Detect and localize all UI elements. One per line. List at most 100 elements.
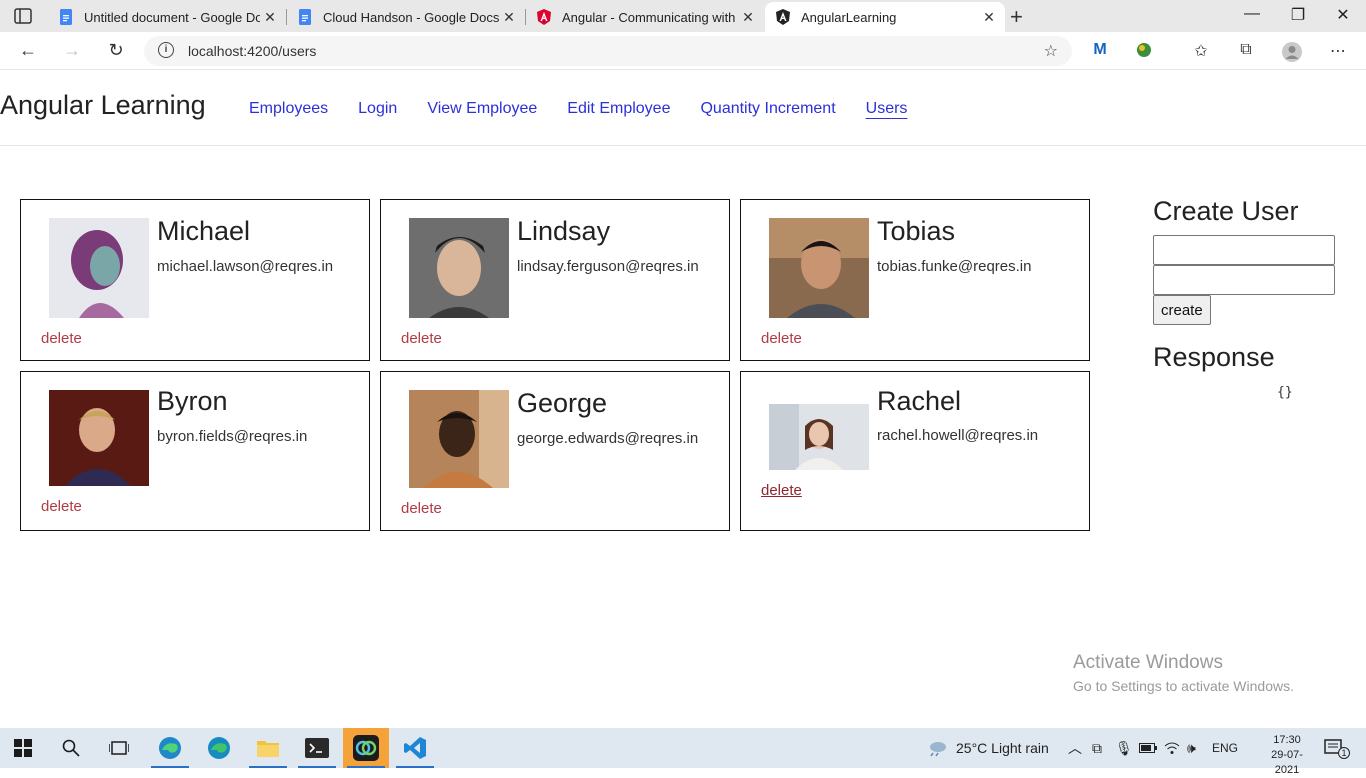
activate-windows-watermark: Activate Windows Go to Settings to activ… xyxy=(1073,652,1294,694)
start-icon[interactable] xyxy=(0,728,46,768)
clock[interactable]: 17:30 29-07-2021 xyxy=(1262,733,1312,778)
clock-date: 29-07-2021 xyxy=(1271,749,1303,776)
delete-link[interactable]: delete xyxy=(761,330,802,347)
delete-link[interactable]: delete xyxy=(761,482,802,499)
more-menu-icon[interactable]: ⋯ xyxy=(1327,41,1349,63)
notifications-icon[interactable]: 1 xyxy=(1324,728,1350,768)
user-email: tobias.funke@reqres.in xyxy=(877,258,1032,275)
windows-taskbar: 25°C Light rain ︿ ⧉ 🎙 🕪 ENG 17:30 29-07-… xyxy=(0,728,1366,776)
user-name: Tobias xyxy=(877,216,956,246)
create-user-panel: Create User create Response {} xyxy=(1153,196,1353,400)
minimize-icon[interactable]: — xyxy=(1229,5,1275,23)
close-tab-icon[interactable]: ✕ xyxy=(979,9,999,26)
user-avatar xyxy=(409,218,509,318)
google-docs-icon xyxy=(60,9,72,25)
create-user-field-1[interactable] xyxy=(1153,235,1335,265)
user-email: rachel.howell@reqres.in xyxy=(877,427,1039,444)
new-tab-icon[interactable]: + xyxy=(1010,4,1023,30)
show-hidden-icons[interactable]: ︿ xyxy=(1068,728,1082,768)
add-favorite-icon[interactable]: ☆ xyxy=(1044,41,1058,61)
close-tab-icon[interactable]: ✕ xyxy=(260,9,280,26)
user-avatar xyxy=(769,218,869,318)
user-email: byron.fields@reqres.in xyxy=(157,428,308,445)
nav-users[interactable]: Users xyxy=(866,100,908,118)
battery-icon[interactable] xyxy=(1139,728,1157,768)
file-explorer-icon[interactable] xyxy=(245,728,291,768)
watermark-line-1: Activate Windows xyxy=(1073,652,1223,673)
reload-icon[interactable]: ↻ xyxy=(104,40,128,62)
search-icon[interactable] xyxy=(48,728,94,768)
user-avatar xyxy=(49,218,149,318)
nav-edit-employee[interactable]: Edit Employee xyxy=(567,100,670,118)
vscode-icon[interactable] xyxy=(392,728,438,768)
forward-icon[interactable]: → xyxy=(60,40,84,62)
back-icon[interactable]: ← xyxy=(16,40,40,62)
language-indicator[interactable]: ENG xyxy=(1212,728,1238,768)
nav-view-employee[interactable]: View Employee xyxy=(427,100,537,118)
delete-link[interactable]: delete xyxy=(41,330,82,347)
site-info-icon[interactable]: i xyxy=(158,42,174,58)
webex-icon[interactable] xyxy=(343,728,389,768)
tab-title: Untitled document - Google Doc xyxy=(84,9,260,25)
user-card: Tobias tobias.funke@reqres.in delete xyxy=(740,199,1090,361)
user-name: Rachel xyxy=(877,386,962,416)
tab-cloud-handson[interactable]: Cloud Handson - Google Docs ✕ xyxy=(287,2,525,32)
app-navbar: Angular Learning Employees Login View Em… xyxy=(0,70,1366,146)
close-tab-icon[interactable]: ✕ xyxy=(738,9,758,26)
rain-cloud-icon xyxy=(930,742,946,757)
google-docs-icon xyxy=(299,9,311,25)
nav-login[interactable]: Login xyxy=(358,100,397,118)
restore-icon[interactable]: ❐ xyxy=(1275,5,1321,25)
close-tab-icon[interactable]: ✕ xyxy=(499,9,519,26)
weather-widget[interactable]: 25°C Light rain xyxy=(926,728,1049,768)
delete-link[interactable]: delete xyxy=(41,498,82,515)
favorites-icon[interactable]: ✩ xyxy=(1190,41,1212,63)
response-body: {} xyxy=(1277,385,1293,400)
terminal-icon[interactable] xyxy=(294,728,340,768)
tab-title: Cloud Handson - Google Docs xyxy=(323,9,499,25)
notification-count: 1 xyxy=(1338,747,1350,759)
create-user-field-2[interactable] xyxy=(1153,265,1335,295)
response-title: Response xyxy=(1153,342,1275,372)
angular-icon xyxy=(776,9,790,25)
task-view-icon[interactable] xyxy=(96,728,142,768)
edge-beta-icon[interactable] xyxy=(196,728,242,768)
url-text[interactable]: localhost:4200/users xyxy=(188,43,316,59)
nav-employees[interactable]: Employees xyxy=(249,100,328,118)
collections-icon[interactable]: ⧉ xyxy=(1235,41,1257,63)
meet-now-icon[interactable]: ⧉ xyxy=(1092,728,1102,768)
tab-untitled-document[interactable]: Untitled document - Google Doc ✕ xyxy=(48,2,286,32)
microphone-icon[interactable]: 🎙 xyxy=(1115,728,1133,768)
weather-text: 25°C Light rain xyxy=(956,740,1049,756)
user-avatar xyxy=(409,390,509,488)
user-card: Byron byron.fields@reqres.in delete xyxy=(20,371,370,531)
tab-actions-icon[interactable] xyxy=(14,8,32,24)
angular-icon xyxy=(537,9,551,25)
user-name: Michael xyxy=(157,216,251,246)
close-window-icon[interactable]: ✕ xyxy=(1320,5,1366,25)
browser-tab-bar: Untitled document - Google Doc ✕ Cloud H… xyxy=(0,0,1366,32)
edge-icon[interactable] xyxy=(147,728,193,768)
address-bar[interactable]: i localhost:4200/users ☆ xyxy=(144,36,1072,66)
wifi-icon[interactable] xyxy=(1164,728,1180,768)
create-button[interactable]: create xyxy=(1153,295,1211,325)
user-name: Byron xyxy=(157,386,228,416)
tab-angularlearning[interactable]: AngularLearning ✕ xyxy=(765,2,1005,32)
user-card: Rachel rachel.howell@reqres.in delete xyxy=(740,371,1090,531)
profile-avatar[interactable] xyxy=(1281,41,1303,63)
delete-link[interactable]: delete xyxy=(401,500,442,517)
app-brand[interactable]: Angular Learning xyxy=(0,90,206,121)
tab-title: AngularLearning xyxy=(801,9,897,25)
delete-link[interactable]: delete xyxy=(401,330,442,347)
create-user-title: Create User xyxy=(1153,196,1299,226)
watermark-line-2: Go to Settings to activate Windows. xyxy=(1073,678,1294,694)
extension-m-icon[interactable]: M xyxy=(1089,41,1111,63)
user-email: george.edwards@reqres.in xyxy=(517,430,699,447)
clock-time: 17:30 xyxy=(1273,734,1301,746)
user-email: michael.lawson@reqres.in xyxy=(157,258,334,275)
nav-quantity-increment[interactable]: Quantity Increment xyxy=(700,100,835,118)
volume-icon[interactable]: 🕪 xyxy=(1187,728,1196,768)
extension-globe-icon[interactable] xyxy=(1133,41,1155,63)
tab-angular-communicating[interactable]: Angular - Communicating with b ✕ xyxy=(526,2,764,32)
user-name: George xyxy=(517,388,608,418)
